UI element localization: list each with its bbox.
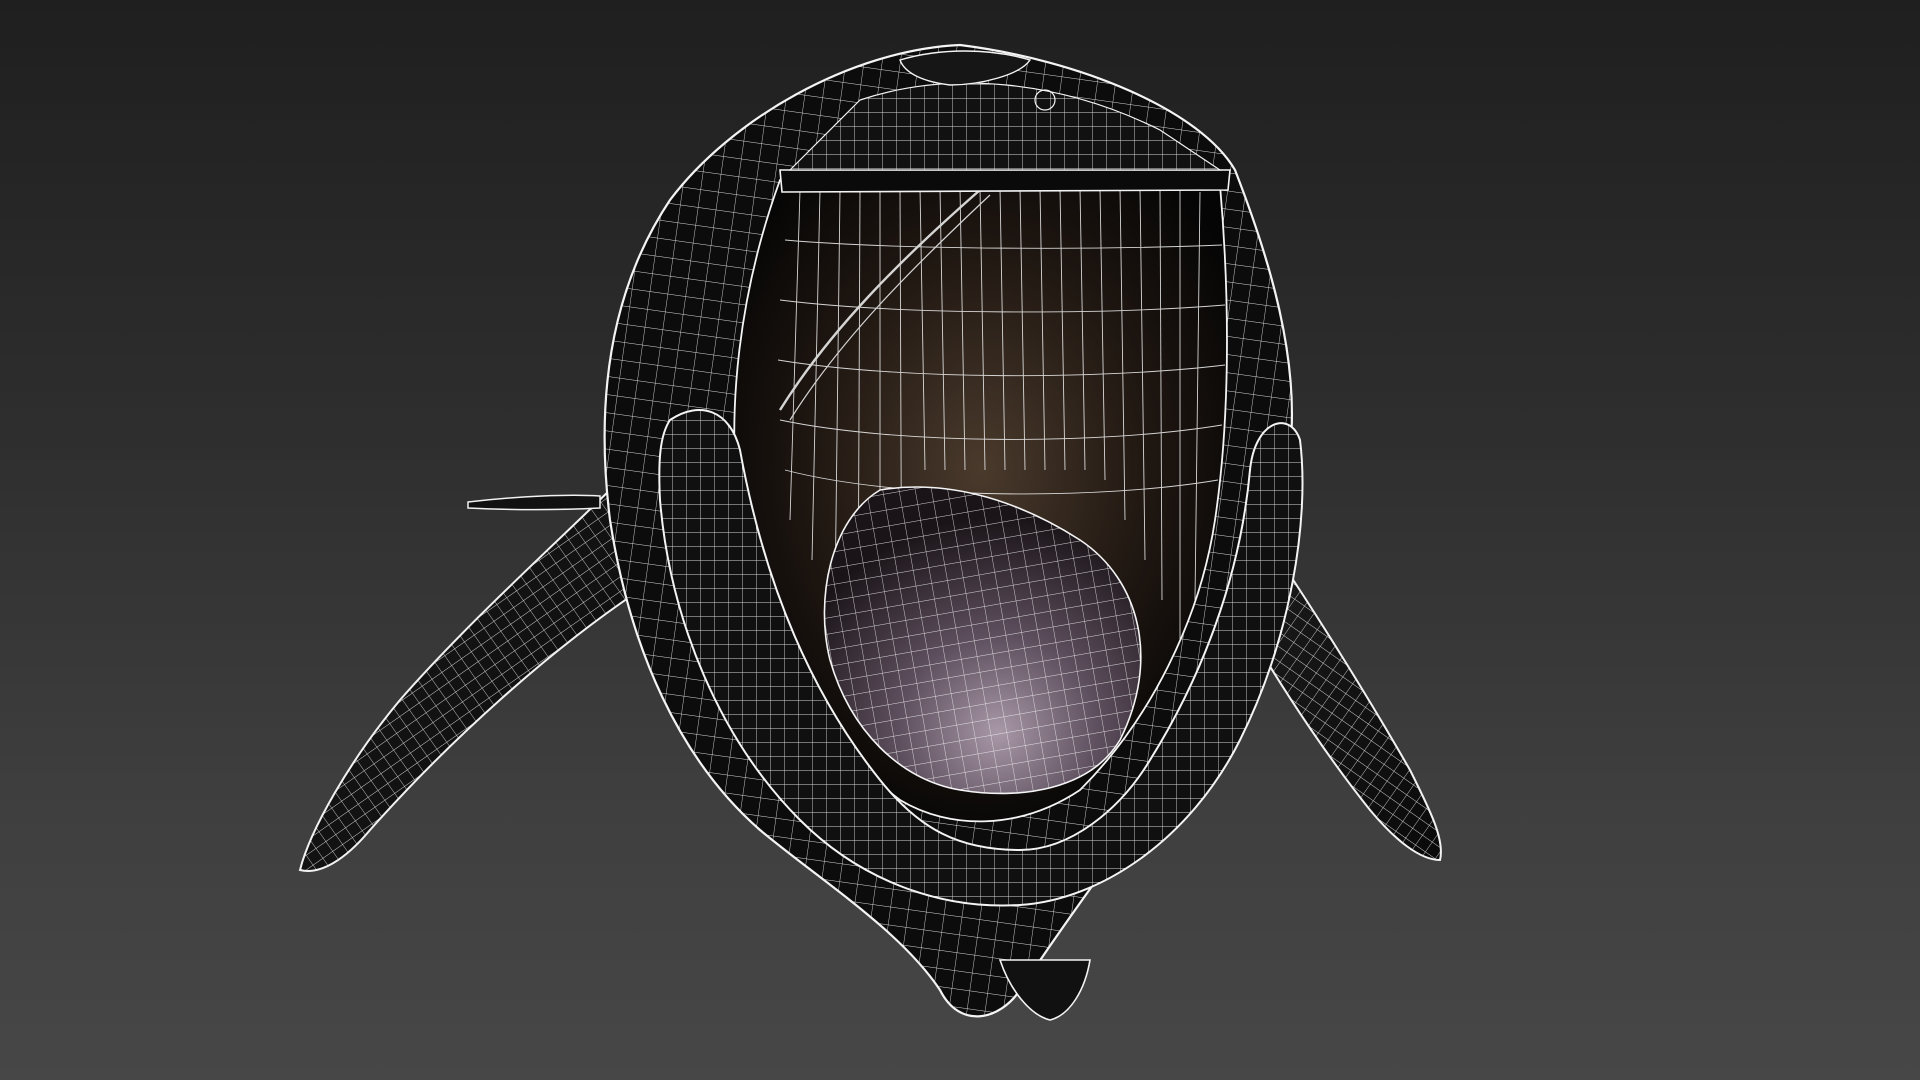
whale-wireframe-model[interactable] (0, 0, 1920, 1080)
3d-viewport[interactable] (0, 0, 1920, 1080)
left-fin (298, 477, 642, 872)
